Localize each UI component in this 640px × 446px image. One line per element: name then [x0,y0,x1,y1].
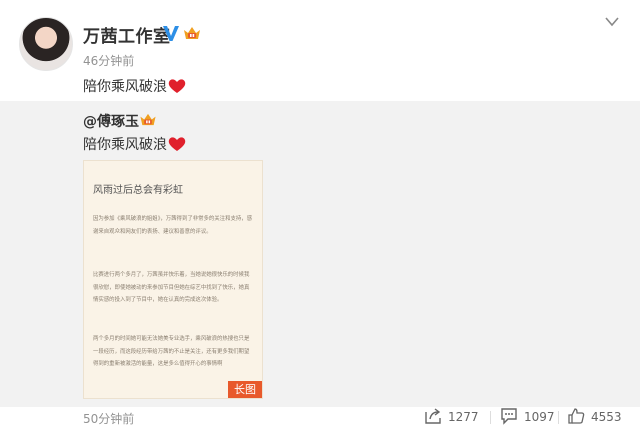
divider [558,411,559,424]
author-avatar[interactable] [19,17,73,71]
share-count: 1277 [448,410,479,424]
verified-v-icon [163,26,179,41]
author-name[interactable]: 万茜工作室 [83,22,171,47]
long-image-paragraph: 因为参加《乘风破浪的姐姐》，万茜得到了非常多的关注和支持，感谢来自观众和网友们的… [93,216,253,235]
share-button[interactable]: 1277 [424,407,484,427]
post-time[interactable]: 46分钟前 [83,52,134,69]
thumbs-up-icon [568,408,585,424]
weibo-post-card: 万茜工作室 46分钟前 陪你乘风破浪 @傅琢玉 陪你乘风破浪 风雨过后总会有彩虹… [0,0,640,446]
repost-time[interactable]: 50分钟前 [83,410,134,427]
post-text: 陪你乘风破浪 [83,76,186,96]
long-image-badge: 长图 [228,381,262,398]
repost-text-content: 陪你乘风破浪 [83,137,167,153]
repost-text: 陪你乘风破浪 [83,134,186,154]
long-image-paragraph: 比赛进行两个多月了，万茜虽并快乐着，当她说她很快乐的时候我很欣慰，即使她被动的来… [93,272,250,303]
vip-crown-icon[interactable] [182,24,202,42]
red-heart-icon [168,137,186,151]
like-button[interactable]: 4553 [567,407,627,427]
long-image-thumbnail[interactable]: 风雨过后总会有彩虹 因为参加《乘风破浪的姐姐》，万茜得到了非常多的关注和支持，感… [83,160,263,399]
comment-count: 1097 [524,410,555,424]
vip-crown-icon[interactable] [138,111,158,128]
like-count: 4553 [591,410,622,424]
red-heart-icon [168,79,186,93]
repost-block: @傅琢玉 陪你乘风破浪 风雨过后总会有彩虹 因为参加《乘风破浪的姐姐》，万茜得到… [0,101,640,407]
comment-icon [501,408,517,425]
original-author-name[interactable]: @傅琢玉 [83,111,139,131]
long-image-paragraph: 两个多月的时间她可能无法她美专业选手，乘风破浪的热搜也只是一段经历，而这段经历带… [93,336,250,367]
chevron-down-icon[interactable] [604,16,620,28]
long-image-title: 风雨过后总会有彩虹 [93,185,183,196]
post-text-content: 陪你乘风破浪 [83,79,167,95]
share-icon [425,408,441,424]
comment-button[interactable]: 1097 [500,407,560,427]
divider [490,411,491,424]
